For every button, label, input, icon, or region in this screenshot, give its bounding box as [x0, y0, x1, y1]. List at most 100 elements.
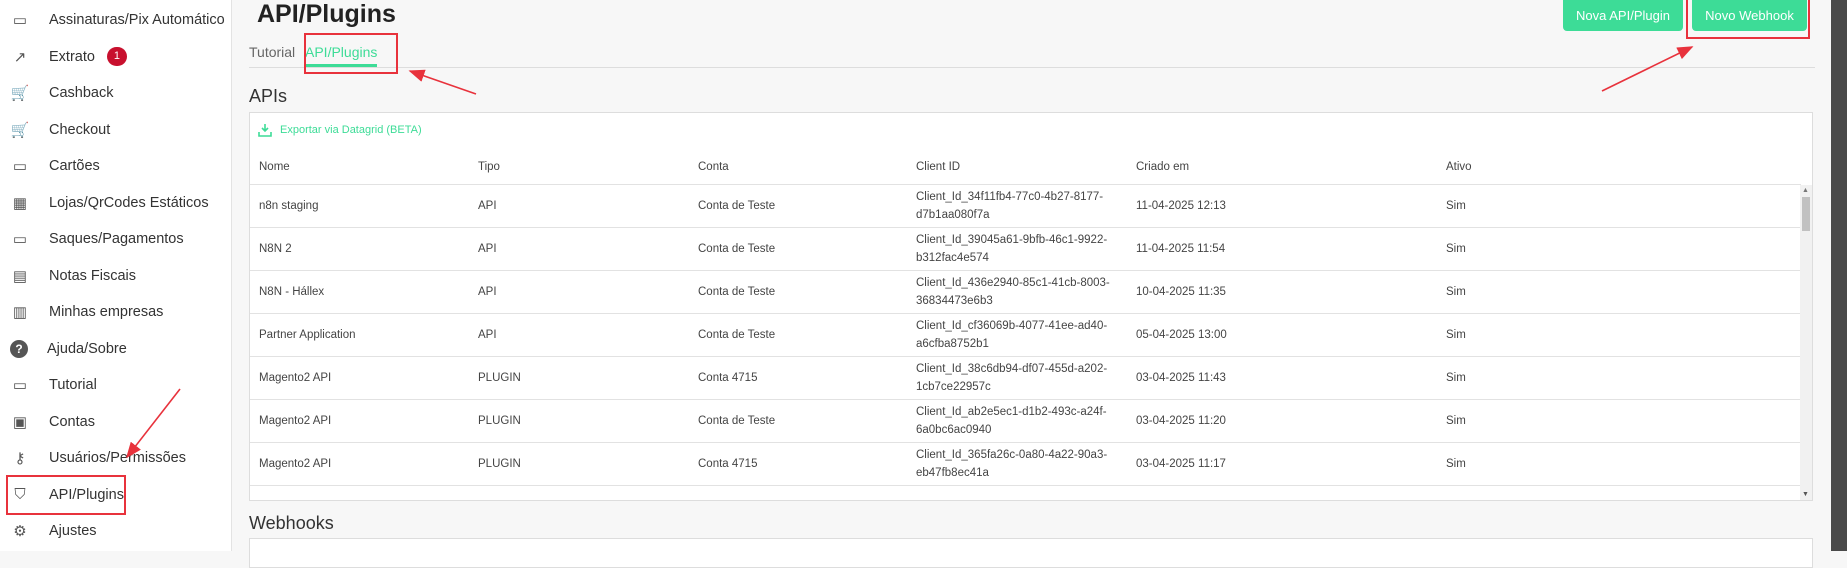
table-cell: Client_Id_34f11fb4-77c0-4b27-8177-d7b1aa…	[916, 191, 1104, 221]
table-cell: Client_Id_0e66fce3-3f0d-40f6-947a-	[916, 498, 1116, 500]
table-cell: Sim	[1446, 372, 1466, 384]
page-title: API/Plugins	[257, 0, 396, 28]
credit-card-icon: ▭	[12, 231, 28, 248]
apis-heading: APIs	[249, 86, 288, 106]
table-row[interactable]: Partner Application API Conta de Teste Clie…	[250, 314, 1801, 357]
table-cell: Client_Id_39045a61-9bfb-46c1-9922-b312fa…	[916, 234, 1108, 264]
column-header[interactable]: Ativo	[1446, 158, 1472, 176]
sidebar-item-minhas-empresas[interactable]: ▥ Minhas empresas	[10, 297, 164, 327]
table-cell: PLUGIN	[478, 415, 521, 427]
sidebar-item-label: Checkout	[49, 121, 111, 138]
sidebar-item-label: Assinaturas/Pix Automático	[49, 12, 225, 28]
table-row[interactable]: n8n staging API Conta de Teste Client_Id_34…	[250, 185, 1801, 228]
column-header[interactable]: Conta	[698, 158, 729, 176]
table-cell: Magento2 API	[259, 372, 332, 384]
table-cell: PLUGIN	[478, 458, 521, 470]
tab-tutorial[interactable]: Tutorial	[249, 44, 295, 60]
table-row[interactable]: N8N 2 API Conta de Teste Client_Id_39045a61…	[250, 228, 1801, 271]
column-header[interactable]: Criado em	[1136, 158, 1189, 176]
receipt-icon: ▤	[12, 267, 28, 285]
table-cell: API	[478, 243, 497, 255]
column-header[interactable]: Tipo	[478, 158, 500, 176]
table-cell: 10-04-2025 11:35	[1136, 286, 1226, 298]
plug-icon: ⛉	[14, 486, 26, 503]
sidebar-item-api-plugins[interactable]: ⛉ API/Plugins	[10, 480, 124, 510]
table-row[interactable]: Magento2 API PLUGIN Conta 4715 Client_Id_38…	[250, 357, 1801, 400]
new-api-plugin-button[interactable]: Nova API/Plugin	[1563, 0, 1683, 31]
sidebar: ▭ Assinaturas/Pix Automático ↗ Extrato 1 🛒 Cas…	[0, 0, 232, 551]
tabs: Tutorial API/Plugins	[249, 38, 1815, 68]
table-cell: Client_Id_cf36069b-4077-41ee-ad40-a6cfba…	[916, 320, 1108, 350]
table-cell: 11-04-2025 12:13	[1136, 200, 1226, 212]
table-cell: Conta de Teste	[698, 415, 776, 427]
sidebar-item-extrato[interactable]: ↗ Extrato 1	[10, 42, 127, 72]
sidebar-item-label: Saques/Pagamentos	[49, 231, 184, 247]
table-cell: Sim	[1446, 458, 1466, 470]
sidebar-item-label: Notas Fiscais	[49, 267, 137, 284]
cart-plus-icon: 🛒	[10, 85, 30, 102]
table-cell: Conta 4715	[698, 372, 758, 384]
sidebar-item-saques-pagamentos[interactable]: ▭ Saques/Pagamentos	[10, 224, 184, 254]
sidebar-item-label: Lojas/QrCodes Estáticos	[49, 194, 209, 211]
help-icon: ?	[10, 339, 28, 358]
table-cell: 03-04-2025 11:20	[1136, 415, 1226, 427]
table-row[interactable]: Magento2 API PLUGIN Conta de Teste Client_I…	[250, 400, 1801, 443]
new-webhook-button[interactable]: Novo Webhook	[1692, 0, 1807, 31]
table-cell: API	[478, 200, 497, 212]
sidebar-item-label: Cartões	[49, 158, 100, 174]
sidebar-item-tutorial[interactable]: ▭ Tutorial	[10, 370, 97, 400]
sidebar-item-cashback[interactable]: 🛒 Cashback	[10, 78, 114, 108]
export-label: Exportar via Datagrid (BETA)	[280, 124, 422, 136]
table-cell: 11-04-2025 11:54	[1136, 243, 1226, 255]
table-row[interactable]: N8N - Hállex API Conta de Teste Client_Id_4…	[250, 271, 1801, 314]
monitor-icon: ▭	[12, 12, 28, 29]
table-cell: Client_Id_436e2940-85c1-41cb-8003-368344…	[916, 277, 1110, 307]
sidebar-item-label: API/Plugins	[49, 486, 124, 503]
table-cell: Sim	[1446, 329, 1466, 341]
table-cell: Partner Application	[259, 329, 356, 341]
table-cell: API	[478, 329, 497, 341]
table-cell: Conta de Teste	[698, 200, 776, 212]
download-icon	[258, 124, 272, 137]
wallet-icon: ▣	[12, 413, 28, 431]
tab-api-plugins[interactable]: API/Plugins	[305, 44, 378, 67]
qrcode-icon: ▦	[12, 194, 28, 212]
table-cell: Client_Id_ab2e5ec1-d1b2-493c-a24f-6a0bc6…	[916, 406, 1107, 436]
gear-icon: ⚙	[13, 523, 27, 540]
sidebar-item-label: Minhas empresas	[49, 304, 164, 320]
sidebar-item-assinaturas-pix-autom-tico[interactable]: ▭ Assinaturas/Pix Automático	[10, 5, 225, 35]
table-scrollbar[interactable]: ▲ ▼	[1800, 185, 1812, 500]
sidebar-item-label: Usuários/Permissões	[49, 450, 186, 466]
table-cell: n8n staging	[259, 200, 319, 212]
table-cell: 03-04-2025 11:17	[1136, 458, 1226, 470]
sidebar-item-notas-fiscais[interactable]: ▤ Notas Fiscais	[10, 261, 136, 291]
page-scrollbar[interactable]	[1831, 0, 1847, 551]
sidebar-item-label: Cashback	[49, 85, 114, 101]
notification-badge: 1	[106, 47, 127, 66]
table-cell: API	[478, 286, 497, 298]
scrollbar-thumb[interactable]	[1802, 197, 1810, 231]
sidebar-item-contas[interactable]: ▣ Contas	[10, 407, 95, 437]
table-cell: Sim	[1446, 415, 1466, 427]
sidebar-item-label: Ajustes	[49, 523, 97, 539]
export-datagrid-link[interactable]: Exportar via Datagrid (BETA)	[258, 123, 422, 137]
building-icon: ▥	[12, 304, 28, 321]
cart-icon: 🛒	[10, 121, 30, 139]
column-header[interactable]: Nome	[259, 158, 290, 176]
table-row[interactable]: Magento2 API PLUGIN Conta 4715 Client_Id_36…	[250, 443, 1801, 486]
sidebar-item-checkout[interactable]: 🛒 Checkout	[10, 115, 111, 145]
sidebar-item-cart-es[interactable]: ▭ Cartões	[10, 151, 100, 181]
table-cell: Client_Id_365fa26c-0a80-4a22-90a3-eb47fb…	[916, 449, 1108, 479]
webhooks-heading: Webhooks	[249, 513, 334, 533]
table-cell: Sim	[1446, 286, 1466, 298]
sidebar-item-usu-rios-permiss-es[interactable]: ⚷ Usuários/Permissões	[10, 443, 187, 473]
table-row[interactable]: Client_Id_0e66fce3-3f0d-40f6-947a-	[250, 486, 1801, 500]
trending-up-icon: ↗	[13, 48, 27, 66]
sidebar-item-ajustes[interactable]: ⚙ Ajustes	[10, 516, 97, 546]
table-cell: Client_Id_38c6db94-df07-455d-a202-1cb7ce…	[916, 363, 1108, 393]
sidebar-item-lojas-qrcodes-est-ticos[interactable]: ▦ Lojas/QrCodes Estáticos	[10, 188, 209, 218]
column-header[interactable]: Client ID	[916, 158, 1116, 176]
table-header: Nome Tipo Conta Client ID Criado em Ativo	[250, 149, 1801, 185]
table-cell: Conta 4715	[698, 458, 758, 470]
sidebar-item-ajuda-sobre[interactable]: ? Ajuda/Sobre	[10, 334, 127, 364]
